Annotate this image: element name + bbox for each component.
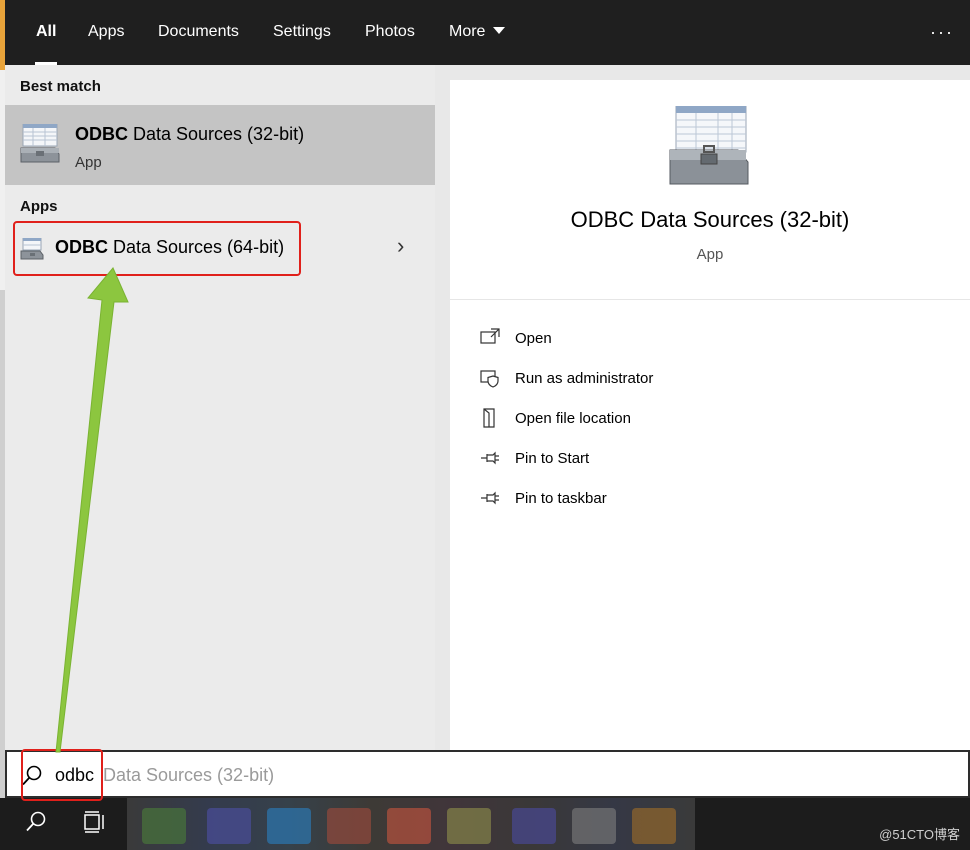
- pinned-app-icon[interactable]: [447, 808, 491, 844]
- task-view-icon[interactable]: [83, 810, 107, 834]
- tab-apps[interactable]: Apps: [88, 0, 124, 65]
- search-input[interactable]: odbc: [55, 765, 94, 786]
- pinned-app-icon[interactable]: [572, 808, 616, 844]
- pinned-app-icon[interactable]: [142, 808, 186, 844]
- pinned-app-icon[interactable]: [267, 808, 311, 844]
- action-open-file-location-label: Open file location: [515, 410, 631, 427]
- app-result-title-bold: ODBC: [55, 237, 108, 257]
- tab-documents[interactable]: Documents: [158, 0, 239, 65]
- search-icon: [22, 765, 42, 786]
- best-match-title-bold: ODBC: [75, 124, 128, 144]
- best-match-heading: Best match: [20, 78, 101, 95]
- best-match-title-rest: Data Sources (32-bit): [128, 124, 305, 144]
- app-result-title: ODBC Data Sources (64-bit): [55, 237, 284, 258]
- ellipsis-icon[interactable]: ···: [930, 22, 954, 43]
- detail-pane: ODBC Data Sources (32-bit) App Open Run …: [450, 80, 970, 750]
- best-match-result[interactable]: ODBC Data Sources (32-bit) App: [5, 105, 435, 185]
- app-result-title-rest: Data Sources (64-bit): [108, 237, 285, 257]
- shield-admin-icon: [480, 370, 499, 388]
- tab-photos[interactable]: Photos: [365, 0, 415, 65]
- tab-more[interactable]: More: [449, 0, 506, 65]
- pinned-app-icon[interactable]: [632, 808, 676, 844]
- chevron-right-icon[interactable]: ›: [397, 233, 404, 259]
- tab-settings[interactable]: Settings: [273, 0, 331, 65]
- action-pin-to-start-label: Pin to Start: [515, 450, 590, 467]
- detail-subtitle: App: [696, 246, 724, 263]
- apps-heading: Apps: [20, 198, 58, 215]
- odbc-toolbox-icon: [20, 124, 60, 163]
- pinned-app-icon[interactable]: [327, 808, 371, 844]
- search-box[interactable]: odbc Data Sources (32-bit): [5, 750, 970, 798]
- search-autocomplete-suggestion: Data Sources (32-bit): [103, 765, 275, 785]
- action-pin-to-taskbar-label: Pin to taskbar: [515, 490, 607, 507]
- detail-title: ODBC Data Sources (32-bit): [570, 207, 850, 232]
- watermark: @51CTO博客: [879, 827, 960, 842]
- action-run-as-admin-label: Run as administrator: [515, 370, 654, 387]
- odbc-toolbox-icon: [20, 238, 44, 260]
- tab-all[interactable]: All: [34, 0, 58, 65]
- search-icon[interactable]: [24, 810, 48, 834]
- search-scope-tabs: All Apps Documents Settings Photos More …: [5, 0, 970, 65]
- app-result-odbc-64[interactable]: ODBC Data Sources (64-bit) ›: [5, 223, 435, 273]
- pinned-app-icon[interactable]: [512, 808, 556, 844]
- best-match-subtitle: App: [75, 154, 102, 171]
- caret-down-icon: [493, 27, 506, 34]
- pinned-app-icon[interactable]: [207, 808, 251, 844]
- pinned-apps-blurred: [127, 798, 695, 850]
- results-pane: Best match ODBC Data Sources (32-bit) Ap…: [5, 65, 435, 750]
- best-match-title: ODBC Data Sources (32-bit): [75, 124, 304, 145]
- taskbar: @51CTO博客: [0, 798, 970, 850]
- pin-icon: [481, 451, 499, 465]
- action-open-label: Open: [515, 330, 552, 347]
- pinned-app-icon[interactable]: [387, 808, 431, 844]
- odbc-toolbox-icon: [669, 106, 749, 185]
- open-window-icon: [480, 328, 500, 344]
- file-location-icon: [483, 408, 495, 428]
- pin-icon: [481, 491, 499, 505]
- detail-header: ODBC Data Sources (32-bit) App: [450, 80, 970, 300]
- tab-more-label: More: [449, 23, 486, 40]
